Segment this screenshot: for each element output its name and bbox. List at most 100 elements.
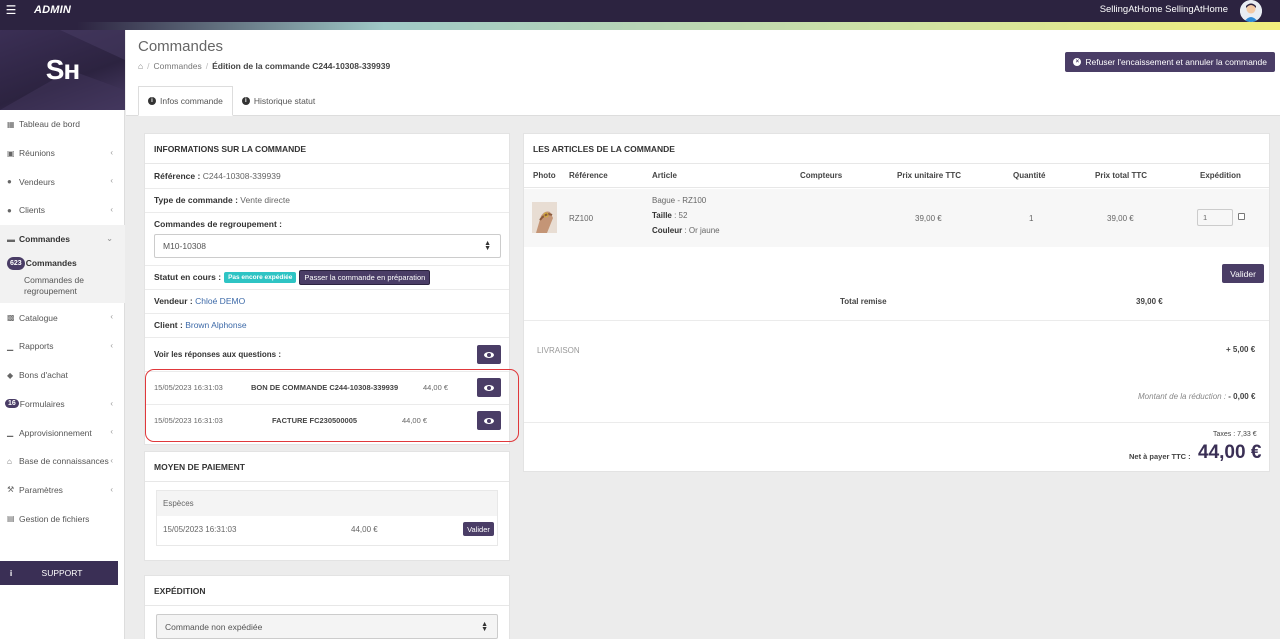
sidebar-item-label: Clients xyxy=(19,205,45,216)
status-label: Statut en cours : xyxy=(154,272,222,282)
reduction-label: Montant de la réduction : xyxy=(1138,392,1227,401)
tag-icon: ◆ xyxy=(7,370,14,380)
sidebar-item-label: Commandes xyxy=(19,234,71,245)
top-bar: ☰ ADMIN SellingAtHome SellingAtHome xyxy=(0,0,1280,22)
user-avatar[interactable] xyxy=(1240,0,1262,22)
logo[interactable]: Sʜ xyxy=(0,30,125,110)
home-icon[interactable]: ⌂ xyxy=(138,61,143,71)
reference-row: Référence : C244-10308-339939 xyxy=(145,164,509,188)
cancel-circle-icon: × xyxy=(1073,58,1082,66)
total-remise-label: Total remise xyxy=(840,297,887,306)
book-icon: ▩ xyxy=(7,313,15,323)
client-link[interactable]: Brown Alphonse xyxy=(185,320,246,330)
sidebar-item-gestion-de-fichiers[interactable]: ▤ Gestion de fichiers xyxy=(0,504,125,533)
sidebar-item-tableau-de-bord[interactable]: ▦ Tableau de bord xyxy=(0,110,125,139)
shipping-select-value: Commande non expédiée xyxy=(165,621,263,632)
articles-panel: LES ARTICLES DE LA COMMANDE Photo Référe… xyxy=(523,133,1270,472)
total-remise-value: 39,00 € xyxy=(1136,297,1163,306)
product-photo[interactable] xyxy=(532,202,557,233)
user-name[interactable]: SellingAtHome SellingAtHome xyxy=(1100,4,1228,15)
chart-icon: ▁ xyxy=(7,428,14,438)
order-type-value: Vente directe xyxy=(240,195,290,205)
client-row: Client : Brown Alphonse xyxy=(145,313,509,337)
page-header: Commandes ⌂ / Commandes / Édition de la comm… xyxy=(126,30,1280,116)
article-reference: RZ100 xyxy=(569,214,594,223)
select-arrows-icon: ▲ ▼ xyxy=(484,240,491,252)
article-total: 39,00 € xyxy=(1107,214,1134,223)
order-type-label: Type de commande : xyxy=(154,195,238,205)
sidebar-subitem-commandes[interactable]: 623 Commandes xyxy=(0,255,125,271)
validate-shipping-button[interactable]: Valider xyxy=(1222,264,1264,283)
regroupement-select[interactable]: M10-10308 ▲ ▼ xyxy=(154,234,501,258)
support-button[interactable]: i SUPPORT xyxy=(0,561,118,585)
sidebar-item-bons-dachat[interactable]: ◆ Bons d'achat xyxy=(0,361,125,390)
net-label: Net à payer TTC : xyxy=(1129,452,1191,461)
payment-heading: MOYEN DE PAIEMENT xyxy=(145,452,509,482)
sidebar-item-rapports[interactable]: ▁ Rapports ‹ xyxy=(0,332,125,361)
sidebar-item-commandes[interactable]: ▬ Commandes ⌄ xyxy=(0,224,125,254)
net-amount: 44,00 € xyxy=(1198,442,1262,463)
sidebar-item-approvisionnement[interactable]: ▁ Approvisionnement ‹ xyxy=(0,418,125,447)
wrench-icon: ⚒ xyxy=(7,485,15,495)
shipping-select[interactable]: Commande non expédiée ▲ ▼ xyxy=(156,614,498,639)
vendeur-link[interactable]: Chloé DEMO xyxy=(195,296,245,306)
breadcrumb-current: Édition de la commande C244-10308-339939 xyxy=(212,61,391,71)
home-icon: ⌂ xyxy=(7,456,12,466)
sidebar-item-reunions[interactable]: ▣ Réunions ‹ xyxy=(0,139,125,168)
prepare-order-button[interactable]: Passer la commande en préparation xyxy=(299,269,431,285)
col-prix-total: Prix total TTC xyxy=(1095,171,1148,180)
shipping-checkbox[interactable] xyxy=(1238,213,1245,220)
size-label: Taille xyxy=(652,211,672,220)
sidebar-item-catalogue[interactable]: ▩ Catalogue ‹ xyxy=(0,303,125,332)
users-icon: ● xyxy=(7,205,12,215)
tab-infos-commande[interactable]: i Infos commande xyxy=(138,86,233,116)
sidebar-item-label: Bons d'achat xyxy=(19,370,68,381)
chevron-left-icon: ‹ xyxy=(110,455,113,465)
col-prix-unitaire: Prix unitaire TTC xyxy=(897,171,962,180)
sidebar-item-label: Rapports xyxy=(19,341,54,352)
tab-bar: i Infos commande i Historique statut xyxy=(138,86,324,116)
hamburger-menu-icon[interactable]: ☰ xyxy=(0,0,22,20)
article-size: Taille : 52 xyxy=(652,211,687,220)
sidebar-item-label: Vendeurs xyxy=(19,176,55,187)
validate-payment-button[interactable]: Valider xyxy=(463,522,494,536)
articles-heading: LES ARTICLES DE LA COMMANDE xyxy=(524,134,1269,164)
shipping-quantity-input[interactable]: 1 xyxy=(1197,209,1233,226)
sidebar-item-vendeurs[interactable]: ● Vendeurs ‹ xyxy=(0,167,125,196)
info-circle-icon: i xyxy=(241,97,250,105)
sidebar-item-label: Catalogue xyxy=(19,312,58,323)
payment-table: Espèces 15/05/2023 16:31:03 44,00 € Vali… xyxy=(156,490,498,546)
status-row: Statut en cours : Pas encore expédiée Pass… xyxy=(145,265,509,289)
reduction-value: - 0,00 € xyxy=(1228,392,1256,401)
regroupement-label: Commandes de regroupement : xyxy=(154,219,282,229)
breadcrumb-commandes[interactable]: Commandes xyxy=(154,61,202,71)
support-label: SUPPORT xyxy=(41,568,83,578)
article-name: Bague - RZ100 xyxy=(652,196,707,205)
livraison-value: + 5,00 € xyxy=(1226,345,1256,354)
eye-icon xyxy=(484,351,494,358)
sidebar-item-formulaires[interactable]: 16 Formulaires ‹ xyxy=(0,390,125,419)
sidebar-item-label: Réunions xyxy=(19,148,55,159)
chevron-left-icon: ‹ xyxy=(110,205,113,215)
shipping-heading: EXPÉDITION xyxy=(145,576,509,606)
chevron-left-icon: ‹ xyxy=(110,176,113,186)
cancel-order-button[interactable]: × Refuser l'encaissement et annuler la c… xyxy=(1065,52,1275,72)
payment-amount: 44,00 € xyxy=(351,525,378,534)
color-label: Couleur xyxy=(652,226,683,235)
sidebar-nav: ▦ Tableau de bord ▣ Réunions ‹ ● Vendeurs ‹ ●… xyxy=(0,110,125,533)
article-unit-price: 39,00 € xyxy=(915,214,942,223)
shipping-quantity-value: 1 xyxy=(1203,213,1208,222)
dashboard-icon: ▦ xyxy=(7,119,15,129)
sidebar-item-parametres[interactable]: ⚒ Paramètres ‹ xyxy=(0,476,125,505)
tab-label: Historique statut xyxy=(253,96,316,106)
sidebar-item-base-de-connaissances[interactable]: ⌂ Base de connaissances ‹ xyxy=(0,447,125,476)
reference-value: C244-10308-339939 xyxy=(202,171,281,181)
chevron-left-icon: ‹ xyxy=(110,341,113,351)
sidebar-subitem-regroupement[interactable]: Commandes de regroupement xyxy=(0,275,100,297)
tab-historique-statut[interactable]: i Historique statut xyxy=(233,86,324,116)
sidebar-item-clients[interactable]: ● Clients ‹ xyxy=(0,196,125,225)
view-answers-button[interactable] xyxy=(477,345,501,364)
info-icon: i xyxy=(9,568,13,578)
status-badge: Pas encore expédiée xyxy=(224,271,297,283)
articles-table-header: Photo Référence Article Compteurs Prix u… xyxy=(524,164,1269,188)
